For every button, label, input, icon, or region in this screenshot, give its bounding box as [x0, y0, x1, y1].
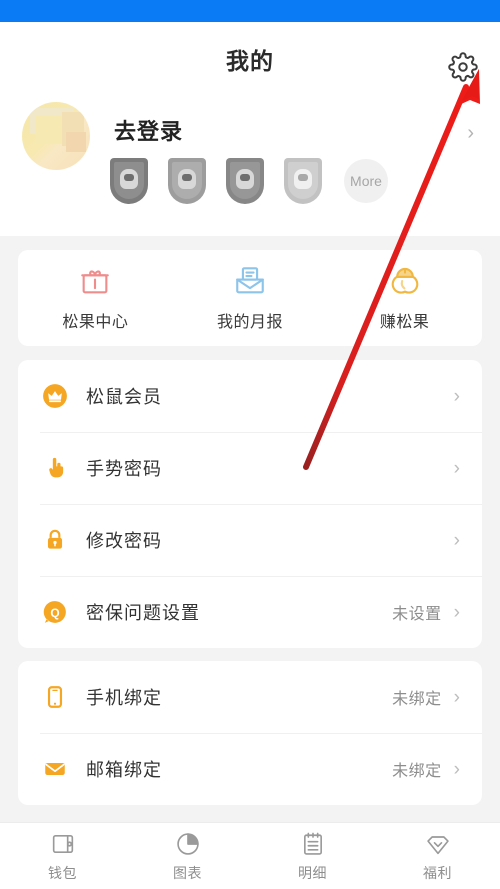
gear-icon[interactable] [446, 50, 480, 84]
svg-text:Q: Q [50, 606, 59, 620]
menu-row-label: 密保问题设置 [86, 603, 200, 623]
notepad-icon [303, 832, 322, 855]
gift-box-icon [81, 270, 110, 294]
quick-action-earn-pinecone[interactable]: 赚松果 [327, 264, 482, 332]
more-badges-button[interactable]: More [344, 159, 388, 203]
badge-shield-2[interactable] [168, 158, 206, 204]
hand-pointer-icon [40, 453, 70, 483]
wallet-icon [52, 834, 73, 853]
tab-label: 图表 [173, 864, 202, 881]
profile-section[interactable]: 去登录 › More [0, 84, 500, 236]
pie-chart-icon [176, 832, 199, 855]
login-label[interactable]: 去登录 [114, 114, 183, 146]
menu-row-phone-binding[interactable]: 手机绑定 未绑定 › [18, 661, 482, 733]
menu-row-security-question[interactable]: Q 密保问题设置 未设置 › [18, 576, 482, 648]
profile-chevron-icon[interactable]: › [467, 122, 474, 145]
quick-action-monthly-report[interactable]: 我的月报 [173, 264, 328, 332]
account-menu-card: 松鼠会员 › 手势密码 › 修改密码 › Q 密保问题设置 未设置 › [18, 360, 482, 648]
menu-row-label: 松鼠会员 [86, 387, 162, 407]
menu-row-value: 未绑定 [392, 691, 442, 708]
app-screen: 我的 去登录 › More 松果中心 我的月报 赚松果 松鼠会员 › 手势密码 … [0, 0, 500, 889]
tab-details[interactable]: 明细 [250, 830, 375, 883]
menu-row-email-binding[interactable]: 邮箱绑定 未绑定 › [18, 733, 482, 805]
chevron-right-icon: › [453, 686, 460, 708]
menu-row-change-password[interactable]: 修改密码 › [18, 504, 482, 576]
avatar[interactable] [22, 102, 90, 170]
menu-row-value: 未绑定 [392, 763, 442, 780]
phone-icon [40, 682, 70, 712]
badge-shield-1[interactable] [110, 158, 148, 204]
badge-shield-3[interactable] [226, 158, 264, 204]
menu-row-label: 修改密码 [86, 531, 162, 551]
quick-action-pinecone-center[interactable]: 松果中心 [18, 264, 173, 332]
bottom-tab-bar: 钱包 图表 明细 福利 [0, 822, 500, 889]
page-header: 我的 [0, 22, 500, 84]
badge-shield-4[interactable] [284, 158, 322, 204]
tab-label: 钱包 [48, 864, 77, 881]
chevron-right-icon: › [453, 758, 460, 780]
chevron-right-icon: › [453, 529, 460, 551]
chevron-right-icon: › [453, 385, 460, 407]
mail-icon [40, 754, 70, 784]
badge-list: More [110, 158, 388, 204]
chevron-right-icon: › [453, 601, 460, 623]
tab-charts[interactable]: 图表 [125, 830, 250, 883]
tab-wallet[interactable]: 钱包 [0, 830, 125, 883]
menu-row-value: 未设置 [392, 606, 442, 623]
menu-row-label: 邮箱绑定 [86, 760, 162, 780]
quick-action-label: 我的月报 [217, 314, 284, 331]
tab-label: 明细 [298, 864, 327, 881]
diamond-icon [426, 835, 449, 854]
menu-row-gesture-password[interactable]: 手势密码 › [18, 432, 482, 504]
menu-row-label: 手势密码 [86, 459, 162, 479]
quick-action-label: 松果中心 [62, 314, 129, 331]
tab-label: 福利 [423, 864, 452, 881]
menu-row-label: 手机绑定 [86, 688, 162, 708]
tab-benefits[interactable]: 福利 [375, 830, 500, 883]
page-title: 我的 [226, 48, 274, 74]
quick-actions-card: 松果中心 我的月报 赚松果 [18, 250, 482, 346]
acorn-icon [391, 267, 419, 294]
status-bar [0, 0, 500, 22]
chevron-right-icon: › [453, 457, 460, 479]
envelope-report-icon [236, 267, 264, 294]
menu-row-membership[interactable]: 松鼠会员 › [18, 360, 482, 432]
lock-icon [40, 525, 70, 555]
quick-action-label: 赚松果 [379, 314, 430, 331]
crown-icon [40, 381, 70, 411]
binding-menu-card: 手机绑定 未绑定 › 邮箱绑定 未绑定 › [18, 661, 482, 805]
question-bubble-icon: Q [40, 597, 70, 627]
